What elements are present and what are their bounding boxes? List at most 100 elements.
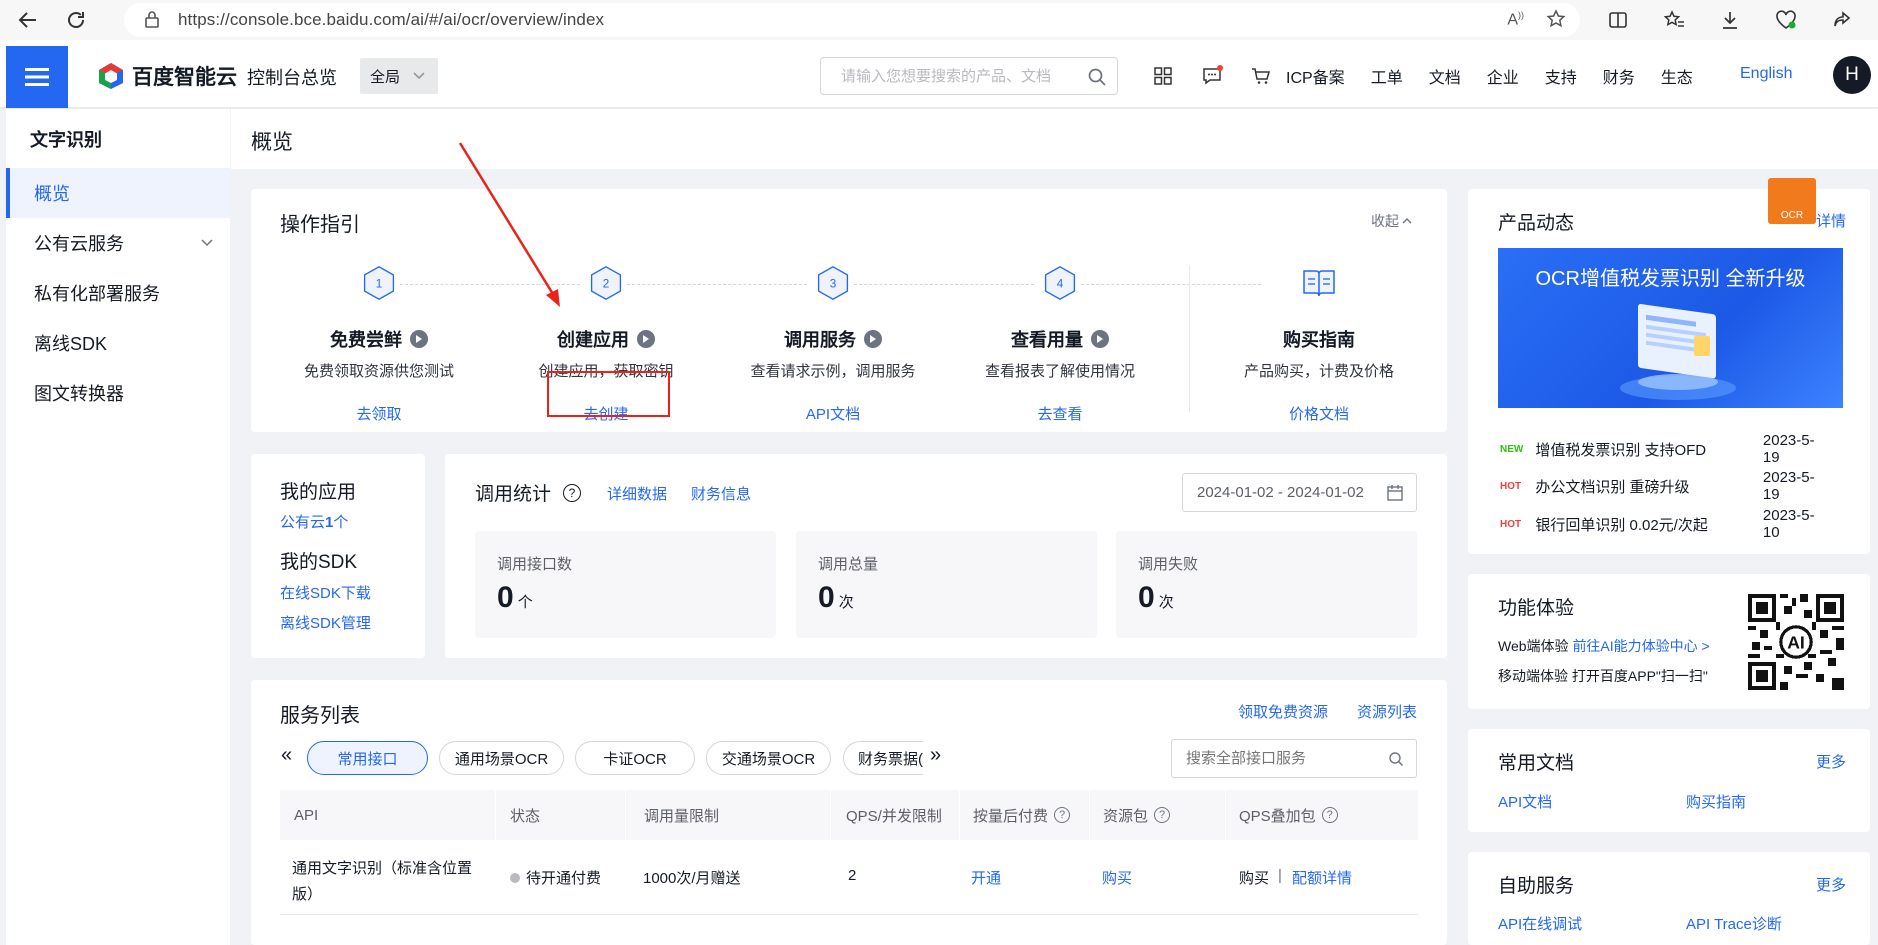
- help-icon[interactable]: ?: [563, 483, 582, 502]
- tabs-next-icon[interactable]: »: [930, 744, 941, 767]
- nav-link-support[interactable]: 支持: [1545, 64, 1577, 88]
- column-label: 资源包: [1103, 807, 1149, 825]
- tabs-prev-icon[interactable]: «: [281, 744, 292, 767]
- price-docs-link[interactable]: 价格文档: [1209, 403, 1429, 424]
- finance-info-link[interactable]: 财务信息: [691, 483, 751, 504]
- tab-common-api[interactable]: 常用接口: [307, 741, 428, 775]
- floating-ocr-badge[interactable]: OCR: [1768, 178, 1816, 224]
- news-banner[interactable]: OCR增值税发票识别 全新升级: [1498, 248, 1843, 408]
- sidebar-item-label: 图文转换器: [34, 384, 124, 404]
- play-video-icon[interactable]: [410, 330, 428, 348]
- console-overview-link[interactable]: 控制台总览: [247, 64, 337, 90]
- play-video-icon[interactable]: [637, 330, 655, 348]
- favorites-icon[interactable]: [1646, 0, 1702, 40]
- mobile-experience-text: 移动端体验 打开百度APP"扫一扫": [1498, 668, 1708, 684]
- quota-detail-link[interactable]: 配额详情: [1292, 867, 1352, 888]
- buy-guide-link[interactable]: 购买指南: [1686, 791, 1746, 812]
- address-bar[interactable]: https://console.bce.baidu.com/ai/#/ai/oc…: [124, 3, 1580, 37]
- nav-link-ticket[interactable]: 工单: [1371, 64, 1403, 88]
- link-separator: |: [1278, 867, 1282, 884]
- reload-icon[interactable]: [56, 0, 96, 40]
- api-docs-link[interactable]: API文档: [723, 403, 943, 424]
- api-trace-link[interactable]: API Trace诊断: [1686, 913, 1782, 934]
- buy-qps-link[interactable]: 购买: [1239, 867, 1269, 888]
- api-online-debug-link[interactable]: API在线调试: [1498, 913, 1582, 934]
- message-icon[interactable]: [1187, 65, 1236, 85]
- claim-link[interactable]: 去领取: [269, 403, 489, 424]
- detail-data-link[interactable]: 详细数据: [607, 483, 667, 504]
- collapse-label: 收起: [1371, 213, 1399, 229]
- nav-link-enterprise[interactable]: 企业: [1487, 64, 1519, 88]
- public-cloud-apps-link[interactable]: 公有云1个: [280, 511, 348, 532]
- help-icon[interactable]: ?: [1154, 807, 1171, 823]
- svg-text:3: 3: [830, 278, 837, 291]
- banner-text: OCR增值税发票识别 全新升级: [1535, 268, 1806, 290]
- user-avatar[interactable]: H: [1833, 56, 1871, 94]
- download-icon[interactable]: [1702, 0, 1758, 40]
- collapse-button[interactable]: 收起: [1371, 211, 1413, 231]
- tab-traffic-ocr[interactable]: 交通场景OCR: [706, 741, 831, 775]
- hamburger-menu-icon[interactable]: [6, 46, 68, 108]
- sidebar-item-offline-sdk[interactable]: 离线SDK: [6, 318, 230, 368]
- buy-package-link[interactable]: 购买: [1102, 867, 1132, 888]
- ai-experience-center-link[interactable]: 前往AI能力体验中心 >: [1572, 638, 1709, 654]
- back-icon[interactable]: [8, 0, 48, 40]
- nav-link-ecosystem[interactable]: 生态: [1661, 64, 1693, 88]
- online-sdk-download-link[interactable]: 在线SDK下载: [280, 582, 371, 603]
- language-switch[interactable]: English: [1740, 65, 1792, 83]
- global-search-input[interactable]: [841, 67, 1081, 85]
- tab-general-ocr[interactable]: 通用场景OCR: [439, 741, 564, 775]
- news-item[interactable]: HOT 银行回单识别 0.02元/次起 2023-5-10: [1500, 507, 1830, 541]
- search-icon[interactable]: [1388, 751, 1404, 767]
- news-more-link[interactable]: 详情: [1816, 210, 1846, 231]
- step-title: 查看用量: [1011, 330, 1083, 350]
- global-search[interactable]: [820, 57, 1118, 95]
- api-docs-link[interactable]: API文档: [1498, 791, 1552, 812]
- column-header-qps-pack: QPS叠加包?: [1239, 790, 1338, 840]
- tab-card-ocr[interactable]: 卡证OCR: [575, 741, 695, 775]
- stat-label: 调用接口数: [497, 556, 573, 573]
- enable-postpaid-link[interactable]: 开通: [971, 867, 1001, 888]
- api-search-input[interactable]: [1186, 750, 1376, 767]
- search-icon[interactable]: [1087, 67, 1107, 90]
- shopping-cart-icon[interactable]: [1236, 67, 1285, 85]
- tab-finance-ocr[interactable]: 财务票据(: [843, 741, 923, 775]
- page-title: 概览: [251, 131, 293, 154]
- sidebar-item-private-deploy[interactable]: 私有化部署服务: [6, 268, 230, 318]
- health-heart-icon[interactable]: [1758, 0, 1814, 40]
- nav-link-icp[interactable]: ICP备案: [1286, 64, 1345, 88]
- baidu-cloud-logo[interactable]: 百度智能云: [98, 61, 237, 91]
- split-screen-icon[interactable]: [1590, 0, 1646, 40]
- favorite-star-icon[interactable]: [1546, 8, 1566, 32]
- news-item[interactable]: HOT 办公文档识别 重磅升级 2023-5-19: [1500, 469, 1830, 503]
- sidebar-item-overview[interactable]: 概览: [6, 168, 230, 218]
- url-text[interactable]: https://console.bce.baidu.com/ai/#/ai/oc…: [178, 10, 604, 30]
- sidebar-item-public-cloud[interactable]: 公有云服务: [6, 218, 230, 268]
- view-usage-link[interactable]: 去查看: [950, 403, 1170, 424]
- api-search[interactable]: [1171, 739, 1417, 778]
- nav-link-finance[interactable]: 财务: [1603, 64, 1635, 88]
- help-icon[interactable]: ?: [1321, 807, 1338, 823]
- self-service-more-link[interactable]: 更多: [1816, 874, 1846, 895]
- resource-list-link[interactable]: 资源列表: [1357, 701, 1417, 722]
- sidebar-item-converter[interactable]: 图文转换器: [6, 368, 230, 418]
- help-icon[interactable]: ?: [1054, 807, 1071, 823]
- my-apps-title: 我的应用: [280, 482, 357, 503]
- lock-icon[interactable]: [144, 10, 160, 31]
- apps-grid-icon[interactable]: [1138, 67, 1187, 85]
- sidebar-item-label: 公有云服务: [34, 234, 124, 254]
- column-header-api: API: [294, 806, 319, 824]
- play-video-icon[interactable]: [1091, 330, 1109, 348]
- claim-free-resources-link[interactable]: 领取免费资源: [1238, 701, 1328, 722]
- play-video-icon[interactable]: [864, 330, 882, 348]
- stat-value: 0: [1138, 581, 1155, 614]
- region-select[interactable]: 全局: [360, 58, 438, 94]
- date-range-picker[interactable]: 2024-01-02 - 2024-01-02: [1182, 473, 1417, 512]
- news-item[interactable]: NEW 增值税发票识别 支持OFD 2023-5-19: [1500, 432, 1830, 466]
- read-aloud-icon[interactable]: A)): [1507, 10, 1524, 29]
- offline-sdk-manage-link[interactable]: 离线SDK管理: [280, 612, 371, 633]
- share-icon[interactable]: [1814, 0, 1870, 40]
- docs-more-link[interactable]: 更多: [1816, 751, 1846, 772]
- nav-link-docs[interactable]: 文档: [1429, 64, 1461, 88]
- apps-link-suffix: 个: [333, 514, 349, 531]
